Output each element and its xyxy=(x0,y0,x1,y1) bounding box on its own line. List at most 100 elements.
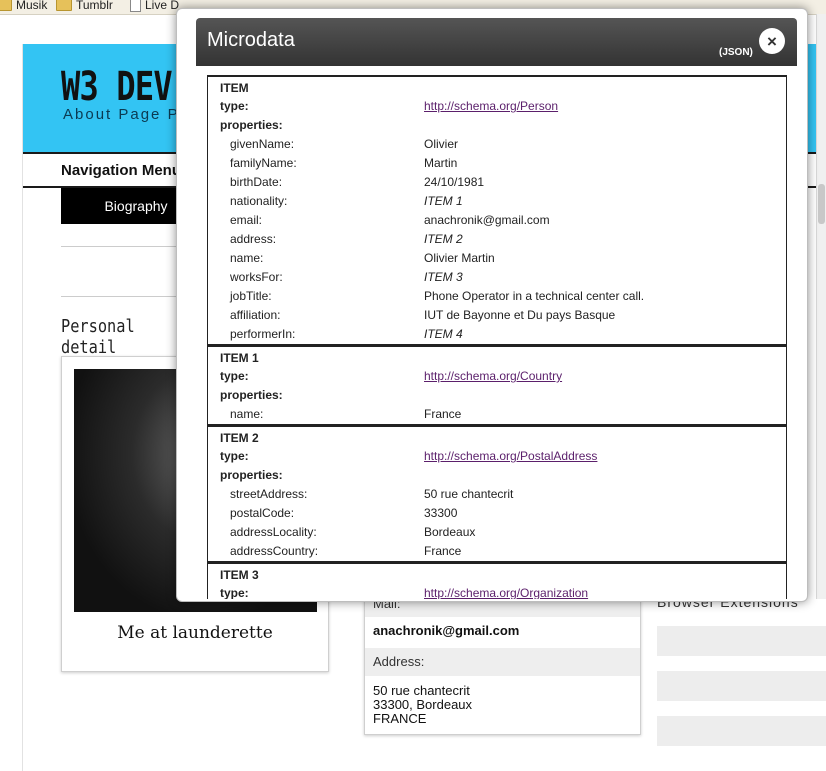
folder-icon xyxy=(56,0,72,11)
page-icon xyxy=(130,0,141,12)
property-key: addressCountry: xyxy=(230,544,319,558)
property-value: Phone Operator in a technical center cal… xyxy=(424,289,645,303)
address-line: 50 rue chantecrit xyxy=(373,683,470,698)
properties-row: properties: xyxy=(208,115,786,134)
address-label: Address: xyxy=(365,648,640,676)
properties-label: properties: xyxy=(220,118,283,132)
property-key: name: xyxy=(230,251,264,265)
microdata-list: ITEM type: http://schema.org/Person prop… xyxy=(207,75,787,599)
address-line: 33300, Bordeaux xyxy=(373,697,473,712)
property-value: France xyxy=(424,407,462,421)
item-heading: ITEM 2 xyxy=(220,431,259,445)
property-value: France xyxy=(424,544,462,558)
property-row: givenName: Olivier xyxy=(208,134,786,153)
property-item-ref: ITEM 4 xyxy=(424,327,463,341)
property-row: affiliation: IUT de Bayonne et Du pays B… xyxy=(208,305,786,324)
property-value: 50 rue chantecrit xyxy=(424,487,514,501)
microdata-item: ITEM 2 type: http://schema.org/PostalAdd… xyxy=(207,425,787,562)
property-value: Bordeaux xyxy=(424,525,476,539)
property-key: birthDate: xyxy=(230,175,283,189)
property-value: 24/10/1981 xyxy=(424,175,485,189)
property-key: postalCode: xyxy=(230,506,295,520)
property-key: streetAddress: xyxy=(230,487,308,501)
extension-bar[interactable] xyxy=(657,671,826,701)
property-value: Olivier xyxy=(424,137,459,151)
property-row: addressCountry: France xyxy=(208,541,786,560)
json-toggle-link[interactable]: (JSON) xyxy=(719,47,753,58)
properties-row: properties: xyxy=(208,465,786,484)
type-label: type: xyxy=(220,369,249,383)
microdata-item: ITEM 3 type: http://schema.org/Organizat… xyxy=(207,562,787,599)
type-row: type: http://schema.org/Organization xyxy=(208,583,786,599)
property-key: address: xyxy=(230,232,277,246)
type-row: type: http://schema.org/PostalAddress xyxy=(208,446,786,465)
item-heading: ITEM xyxy=(220,81,249,95)
bookmark-label: Live D xyxy=(145,0,180,12)
microdata-item: ITEM type: http://schema.org/Person prop… xyxy=(207,75,787,345)
property-row: email: anachronik@gmail.com xyxy=(208,210,786,229)
folder-icon xyxy=(0,0,12,11)
properties-label: properties: xyxy=(220,388,283,402)
property-row: streetAddress: 50 rue chantecrit xyxy=(208,484,786,503)
type-row: type: http://schema.org/Country xyxy=(208,366,786,385)
property-key: nationality: xyxy=(230,194,288,208)
type-label: type: xyxy=(220,449,249,463)
property-key: worksFor: xyxy=(230,270,283,284)
address-value: 50 rue chantecrit 33300, Bordeaux FRANCE xyxy=(365,684,640,726)
extension-bar[interactable] xyxy=(657,716,826,746)
modal-title: Microdata xyxy=(207,29,295,51)
property-key: name: xyxy=(230,407,264,421)
property-value: Martin xyxy=(424,156,458,170)
property-key: givenName: xyxy=(230,137,295,151)
property-row: address: ITEM 2 xyxy=(208,229,786,248)
scrollbar-thumb[interactable] xyxy=(818,184,825,224)
property-key: performerIn: xyxy=(230,327,296,341)
bookmark-label: Tumblr xyxy=(76,0,113,12)
item-heading: ITEM 3 xyxy=(220,568,259,582)
item-heading: ITEM 1 xyxy=(220,351,259,365)
property-row: jobTitle: Phone Operator in a technical … xyxy=(208,286,786,305)
properties-label: properties: xyxy=(220,468,283,482)
microdata-item: ITEM 1 type: http://schema.org/Country p… xyxy=(207,345,787,425)
property-row: postalCode: 33300 xyxy=(208,503,786,522)
contact-card: Mail: anachronik@gmail.com Address: 50 r… xyxy=(364,592,641,735)
microdata-modal: Microdata (JSON) × ITEM type: http://sch… xyxy=(176,8,808,602)
property-row: performerIn: ITEM 4 xyxy=(208,324,786,343)
address-line: FRANCE xyxy=(373,711,427,726)
type-link[interactable]: http://schema.org/Country xyxy=(424,369,562,383)
close-icon: × xyxy=(767,31,777,51)
type-row: type: http://schema.org/Person xyxy=(208,96,786,115)
property-item-ref: ITEM 3 xyxy=(424,270,463,284)
bookmark-musik[interactable]: Musik xyxy=(0,0,47,12)
mail-value[interactable]: anachronik@gmail.com xyxy=(365,623,640,638)
type-label: type: xyxy=(220,99,249,113)
site-title: W3 DEV xyxy=(61,64,173,110)
property-key: email: xyxy=(230,213,263,227)
property-key: affiliation: xyxy=(230,308,281,322)
property-key: jobTitle: xyxy=(230,289,272,303)
bookmark-label: Musik xyxy=(16,0,48,12)
type-link[interactable]: http://schema.org/Organization xyxy=(424,586,588,599)
property-row: name: Olivier Martin xyxy=(208,248,786,267)
property-item-ref: ITEM 2 xyxy=(424,232,463,246)
vertical-scrollbar[interactable] xyxy=(816,14,826,599)
property-row: worksFor: ITEM 3 xyxy=(208,267,786,286)
photo-caption: Me at launderette xyxy=(117,623,273,643)
property-row: familyName: Martin xyxy=(208,153,786,172)
property-value: Olivier Martin xyxy=(424,251,495,265)
property-row: birthDate: 24/10/1981 xyxy=(208,172,786,191)
nav-heading: Navigation Menu xyxy=(61,162,182,179)
property-row: name: France xyxy=(208,404,786,423)
property-item-ref: ITEM 1 xyxy=(424,194,463,208)
property-row: addressLocality: Bordeaux xyxy=(208,522,786,541)
type-link[interactable]: http://schema.org/Person xyxy=(424,99,558,113)
property-value: anachronik@gmail.com xyxy=(424,213,550,227)
properties-row: properties: xyxy=(208,385,786,404)
close-button[interactable]: × xyxy=(759,28,785,54)
property-row: nationality: ITEM 1 xyxy=(208,191,786,210)
type-link[interactable]: http://schema.org/PostalAddress xyxy=(424,449,597,463)
bookmark-tumblr[interactable]: Tumblr xyxy=(56,0,113,12)
extension-bar[interactable] xyxy=(657,626,826,656)
bookmark-live[interactable]: Live D xyxy=(130,0,179,12)
property-value: 33300 xyxy=(424,506,458,520)
